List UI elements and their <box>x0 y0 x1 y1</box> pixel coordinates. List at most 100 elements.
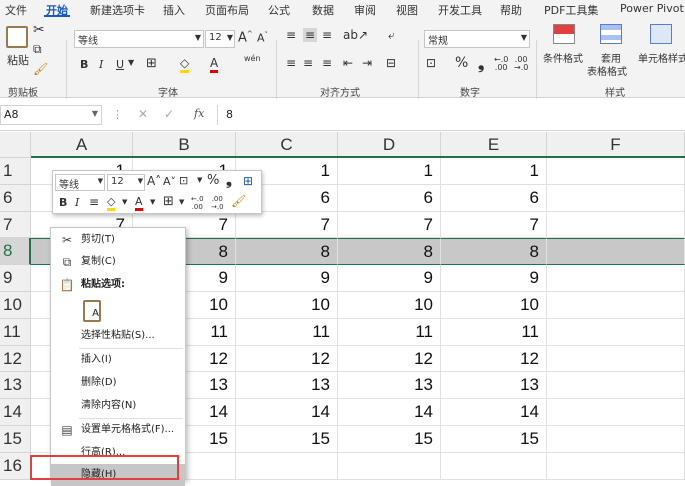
accounting-format-icon[interactable]: ⊡ <box>179 174 188 187</box>
number-format-select[interactable]: 常规 ▼ <box>424 30 530 48</box>
row-header[interactable]: 8 <box>0 238 31 266</box>
decrease-decimal-icon[interactable]: .00 →.0 <box>514 56 528 72</box>
underline-icon[interactable]: U <box>116 58 124 71</box>
cell[interactable] <box>547 211 685 239</box>
font-size-select[interactable]: 12 ▼ <box>205 30 235 48</box>
conditional-format-icon[interactable] <box>553 24 575 44</box>
menu-item-delete[interactable]: 删除(D) <box>51 372 185 394</box>
cell[interactable]: 7 <box>338 211 441 239</box>
align-top-icon[interactable]: ≡ <box>286 28 296 42</box>
chevron-down-icon[interactable]: ▼ <box>150 198 155 206</box>
menu-item-format-cells[interactable]: ▤ 设置单元格格式(F)... <box>51 419 185 441</box>
menu-item-clear[interactable]: 清除内容(N) <box>51 395 185 417</box>
cell[interactable]: 9 <box>441 265 547 292</box>
cell[interactable] <box>547 318 685 346</box>
align-right-icon[interactable]: ≡ <box>322 56 332 70</box>
cell[interactable]: 8 <box>338 238 441 266</box>
accounting-format-icon[interactable]: ⊡ <box>426 56 436 70</box>
decrease-decimal-icon[interactable]: .00 →.0 <box>211 195 224 211</box>
cell[interactable]: 1 <box>338 158 441 185</box>
row-header[interactable]: 13 <box>0 372 31 400</box>
percent-icon[interactable]: % <box>455 55 468 71</box>
tab-page-layout[interactable]: 页面布局 <box>205 2 249 18</box>
cell[interactable]: 15 <box>236 426 338 453</box>
fill-color-icon[interactable]: ◇ <box>107 195 116 211</box>
menu-item-cut[interactable]: ✂ 剪切(T) <box>51 229 185 251</box>
cell[interactable]: 13 <box>441 372 547 400</box>
row-header[interactable]: 7 <box>0 211 31 239</box>
cell[interactable] <box>547 372 685 400</box>
align-center-icon[interactable]: ≡ <box>89 195 99 209</box>
cut-icon[interactable]: ✂ <box>33 22 45 38</box>
chevron-down-icon[interactable]: ▼ <box>122 198 127 206</box>
format-table-icon[interactable]: ⊞ <box>243 174 253 188</box>
row-header[interactable]: 12 <box>0 345 31 373</box>
fill-color-icon[interactable]: ◇ <box>180 56 190 73</box>
decrease-indent-icon[interactable]: ⇤ <box>343 56 353 70</box>
menu-item-copy[interactable]: ⧉ 复制(C) <box>51 251 185 273</box>
column-header[interactable]: B <box>133 132 236 158</box>
cell[interactable] <box>547 292 685 319</box>
tab-formulas[interactable]: 公式 <box>268 2 290 18</box>
font-color-icon[interactable]: A <box>210 56 219 73</box>
cell[interactable]: 10 <box>338 292 441 319</box>
chevron-down-icon[interactable]: ▼ <box>197 176 202 184</box>
tab-data[interactable]: 数据 <box>312 2 334 18</box>
bold-icon[interactable]: B <box>80 58 88 71</box>
font-name-select[interactable]: 等线 ▼ <box>74 30 204 48</box>
cell-style-button[interactable]: 单元格样式 <box>638 50 685 65</box>
paste-icon[interactable] <box>6 26 28 48</box>
cell[interactable]: 15 <box>441 426 547 453</box>
tab-pdf[interactable]: PDF工具集 <box>544 2 598 18</box>
cell[interactable]: 11 <box>236 318 338 346</box>
row-header[interactable]: 6 <box>0 184 31 212</box>
cell[interactable]: 1 <box>441 158 547 185</box>
align-bottom-icon[interactable]: ≡ <box>322 28 332 42</box>
column-header[interactable]: C <box>236 132 338 158</box>
cell[interactable]: 11 <box>441 318 547 346</box>
cell[interactable]: 14 <box>441 399 547 426</box>
conditional-format-button[interactable]: 条件格式 <box>543 50 583 65</box>
cell[interactable] <box>547 426 685 453</box>
cell[interactable]: 12 <box>441 345 547 373</box>
tab-power-pivot[interactable]: Power Pivot <box>620 2 684 15</box>
bold-icon[interactable]: B <box>59 196 67 209</box>
menu-item-insert[interactable]: 插入(I) <box>51 349 185 371</box>
column-header[interactable]: D <box>338 132 441 158</box>
format-painter-icon[interactable]: 🖌 <box>33 62 48 76</box>
cell[interactable]: 10 <box>236 292 338 319</box>
format-as-table-icon[interactable] <box>600 24 622 44</box>
tab-file[interactable]: 文件 <box>5 2 27 18</box>
phonetic-icon[interactable]: wén <box>244 54 261 63</box>
wrap-text-icon[interactable]: ⤶ <box>388 28 395 43</box>
cell[interactable] <box>547 184 685 212</box>
cell[interactable]: 7 <box>441 211 547 239</box>
cell[interactable] <box>547 452 685 480</box>
cell[interactable]: 13 <box>338 372 441 400</box>
cell[interactable]: 15 <box>338 426 441 453</box>
cancel-icon[interactable]: ✕ <box>138 107 148 121</box>
comma-style-icon[interactable]: ❟ <box>478 54 484 74</box>
cell[interactable]: 8 <box>441 238 547 266</box>
paste-option-icon[interactable]: A <box>83 300 101 322</box>
chevron-down-icon[interactable]: ▼ <box>128 58 134 67</box>
orientation-icon[interactable]: ab↗ <box>343 28 368 42</box>
tab-new[interactable]: 新建选项卡 <box>90 2 145 18</box>
align-middle-icon[interactable]: ≡ <box>303 28 318 42</box>
cell[interactable]: 12 <box>236 345 338 373</box>
increase-decimal-icon[interactable]: ←.0.00 <box>494 56 508 72</box>
cell[interactable]: 14 <box>236 399 338 426</box>
column-header[interactable]: A <box>31 132 133 158</box>
column-header[interactable]: E <box>441 132 547 158</box>
merge-center-icon[interactable]: ⊟ <box>386 56 396 70</box>
mini-font-name-select[interactable]: 等线 ▼ <box>55 174 105 191</box>
row-header[interactable]: 14 <box>0 399 31 426</box>
cell[interactable]: 12 <box>338 345 441 373</box>
format-as-table-label-2[interactable]: 表格格式 <box>587 63 627 78</box>
cell[interactable] <box>547 158 685 185</box>
row-header[interactable]: 11 <box>0 318 31 346</box>
cell[interactable] <box>338 452 441 480</box>
comma-style-icon[interactable]: ❟ <box>226 171 232 189</box>
cell[interactable] <box>547 238 685 266</box>
align-center-icon[interactable]: ≡ <box>303 56 313 70</box>
